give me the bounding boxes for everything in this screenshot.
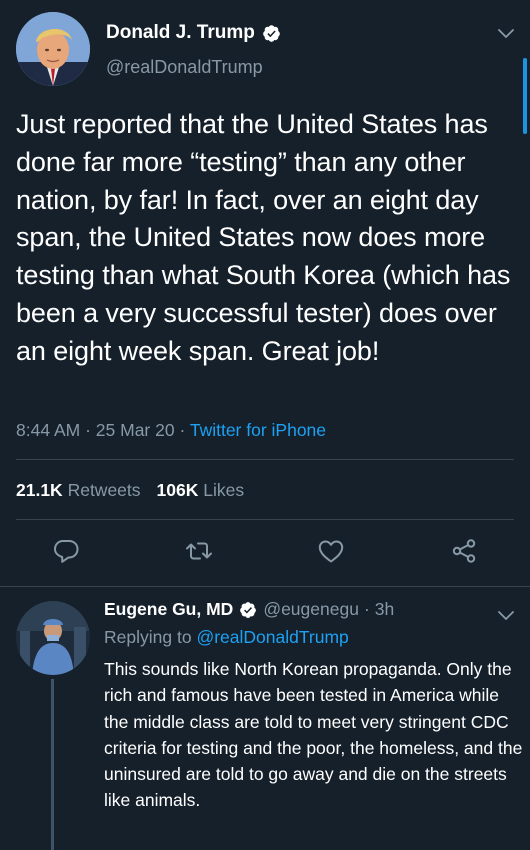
reply-icon[interactable]: [51, 536, 81, 566]
section-divider: [0, 586, 530, 587]
divider: [16, 519, 514, 520]
scrollbar-thumb[interactable]: [523, 58, 527, 134]
chevron-down-icon[interactable]: [498, 608, 514, 620]
tweet-meta: 8:44 AM · 25 Mar 20 · Twitter for iPhone: [16, 420, 326, 441]
avatar[interactable]: [16, 12, 90, 86]
retweets-count: 21.1K: [16, 480, 63, 500]
like-heart-icon[interactable]: [316, 536, 346, 566]
replying-to: Replying to @realDonaldTrump: [104, 627, 349, 648]
tweet-actions: [0, 536, 530, 572]
likes-stat[interactable]: 106K Likes: [157, 480, 245, 500]
thread-line: [51, 679, 54, 850]
meta-separator: ·: [179, 420, 186, 440]
tweet-stats: 21.1K Retweets 106K Likes: [16, 480, 244, 501]
share-icon[interactable]: [449, 536, 479, 566]
divider: [16, 459, 514, 460]
replying-to-mention[interactable]: @realDonaldTrump: [196, 627, 348, 647]
reply-author-handle[interactable]: @eugenegu: [263, 599, 359, 620]
author-name[interactable]: Donald J. Trump: [106, 22, 255, 44]
reply-text: This sounds like North Korean propaganda…: [104, 659, 523, 811]
meta-separator: ·: [85, 420, 91, 440]
likes-count: 106K: [156, 480, 199, 500]
likes-label: Likes: [203, 480, 245, 500]
author-handle[interactable]: @realDonaldTrump: [106, 57, 263, 78]
retweets-label: Retweets: [67, 480, 141, 500]
replying-label: Replying to: [104, 627, 192, 647]
verified-badge-icon: [262, 24, 281, 43]
tweet-source-link[interactable]: Twitter for iPhone: [190, 420, 326, 440]
retweets-stat[interactable]: 21.1K Retweets: [16, 480, 141, 500]
author-name-row: Donald J. Trump: [106, 22, 281, 44]
avatar[interactable]: [16, 601, 90, 675]
reply-header: Eugene Gu, MD @eugenegu · 3h: [104, 599, 394, 620]
meta-separator: ·: [363, 599, 370, 619]
reply-age[interactable]: 3h: [375, 599, 394, 620]
verified-badge-icon: [239, 601, 257, 619]
reply-author-name[interactable]: Eugene Gu, MD: [104, 599, 233, 620]
retweet-icon[interactable]: [184, 536, 214, 566]
chevron-down-icon[interactable]: [498, 26, 514, 38]
tweet-date: 25 Mar 20: [95, 420, 175, 440]
tweet-text: Just reported that the United States has…: [16, 109, 511, 366]
tweet-time: 8:44 AM: [16, 420, 81, 440]
